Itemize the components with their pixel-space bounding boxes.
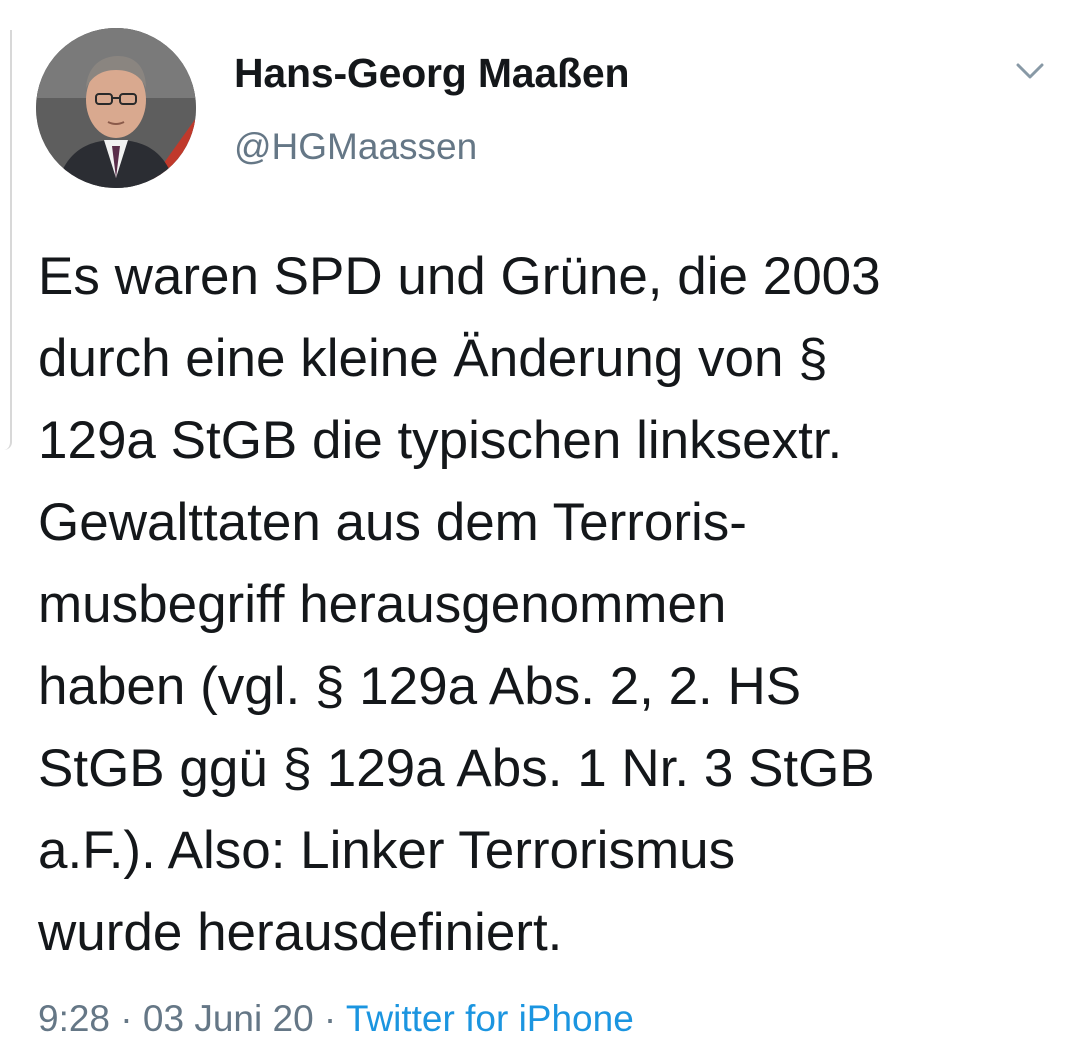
meta-separator: ·: [313, 998, 346, 1039]
tweet-time[interactable]: 9:28: [38, 998, 110, 1039]
tweet-text: Es waren SPD und Grüne, die 2003 durch e…: [38, 236, 1068, 974]
tweet-text-line: Es waren SPD und Grüne, die 2003: [38, 247, 881, 306]
chevron-down-icon[interactable]: [1010, 56, 1050, 86]
panel-edge: [0, 30, 12, 450]
display-name[interactable]: Hans-Georg Maaßen: [234, 50, 629, 97]
tweet-text-line: 129a StGB die typischen linksextr.: [38, 411, 843, 470]
tweet-source-link[interactable]: Twitter for iPhone: [346, 998, 634, 1039]
tweet-text-line: musbegriff herausgenommen: [38, 575, 727, 634]
user-handle[interactable]: @HGMaassen: [234, 126, 477, 168]
tweet-meta: 9:28 · 03 Juni 20 · Twitter for iPhone: [38, 998, 634, 1040]
tweet-text-line: a.F.). Also: Linker Terrorismus: [38, 821, 736, 880]
meta-separator: ·: [110, 998, 143, 1039]
profile-photo-icon: [36, 28, 196, 188]
tweet-text-line: durch eine kleine Änderung von §: [38, 329, 828, 388]
tweet-date[interactable]: 03 Juni 20: [143, 998, 314, 1039]
tweet-card: Hans-Georg Maaßen @HGMaassen Es waren SP…: [0, 0, 1079, 1064]
tweet-text-line: haben (vgl. § 129a Abs. 2, 2. HS: [38, 657, 802, 716]
tweet-text-line: StGB ggü § 129a Abs. 1 Nr. 3 StGB: [38, 739, 875, 798]
tweet-text-line: wurde herausdefiniert.: [38, 903, 563, 962]
tweet-text-line: Gewalttaten aus dem Terroris-: [38, 493, 747, 552]
avatar[interactable]: [36, 28, 196, 188]
